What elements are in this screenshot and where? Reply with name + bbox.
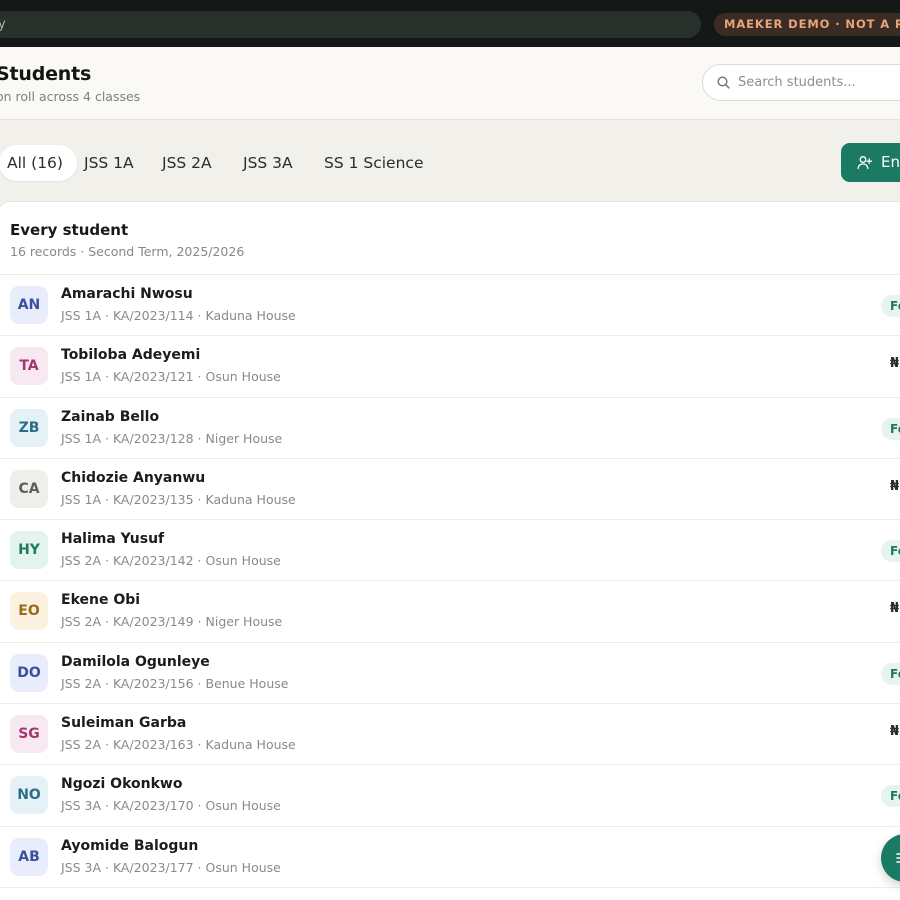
search-icon [717,76,730,89]
student-row[interactable]: DO Damilola Ogunleye JSS 2A · KA/2023/156 … [0,643,900,705]
student-row[interactable]: SG Suleiman Garba JSS 2A · KA/2023/163 · K… [0,704,900,766]
student-avatar: ZB [10,408,48,447]
student-row[interactable]: ZB Zainab Bello JSS 1A · KA/2023/128 · Nig… [0,398,900,459]
page-title: Students [0,63,92,85]
student-row[interactable]: HY Halima Yusuf JSS 2A · KA/2023/142 · Osu… [0,520,900,582]
fee-balance-amount: ₦ [890,724,900,740]
tab-jss-3a[interactable]: JSS 3A [243,145,293,181]
search-input[interactable] [738,65,900,100]
student-meta: JSS 2A · KA/2023/156 · Benue House [61,675,289,691]
fee-status-badge: Fe [881,785,900,808]
enrol-student-button[interactable]: En [841,143,900,182]
student-meta: JSS 1A · KA/2023/128 · Niger House [61,430,283,446]
student-avatar: HY [10,531,48,570]
student-avatar: DO [10,653,48,692]
student-meta: JSS 3A · KA/2023/177 · Osun House [61,859,281,875]
student-name[interactable]: Tobiloba Adeyemi [61,347,200,363]
student-row[interactable]: NO Ngozi Okonkwo JSS 3A · KA/2023/170 · Os… [0,765,900,827]
student-name[interactable]: Halima Yusuf [61,531,164,547]
card-header: Every student 16 records · Second Term, … [0,202,900,275]
search-box[interactable] [702,64,900,101]
student-meta: JSS 2A · KA/2023/149 · Niger House [61,614,283,630]
student-meta: JSS 2A · KA/2023/142 · Osun House [61,553,281,569]
demo-badge: MAEKER DEMO · NOT A REAL [714,13,900,36]
student-row[interactable]: AN Amarachi Nwosu JSS 1A · KA/2023/114 · K… [0,275,900,337]
student-name[interactable]: Ayomide Balogun [61,838,198,854]
student-name[interactable]: Ekene Obi [61,592,140,608]
address-bar[interactable]: y [0,11,701,38]
student-avatar: TA [10,347,48,386]
menu-icon [896,853,900,863]
class-filter-bar: All (16) JSS 1A JSS 2A JSS 3A SS 1 Scien… [0,120,900,202]
card-title: Every student [10,221,129,239]
student-avatar: AN [10,286,48,324]
student-name[interactable]: Amarachi Nwosu [61,286,193,302]
enrol-button-label: En [881,153,900,171]
student-name[interactable]: Zainab Bello [61,409,159,425]
student-name[interactable]: Chidozie Anyanwu [61,470,205,486]
student-avatar: AB [10,837,48,876]
tab-ss-1-science[interactable]: SS 1 Science [324,145,423,181]
student-meta: JSS 2A · KA/2023/163 · Kaduna House [61,737,296,753]
fee-balance-amount: ₦ [890,601,900,617]
student-meta: JSS 1A · KA/2023/135 · Kaduna House [61,491,296,507]
fee-balance-amount: ₦ [890,478,900,494]
student-avatar: EO [10,592,48,631]
page-header: Students on roll across 4 classes [0,47,900,120]
student-meta: JSS 3A · KA/2023/170 · Osun House [61,798,281,814]
fee-status-badge: Fe [881,295,900,317]
page-subtitle: on roll across 4 classes [0,89,141,104]
student-row[interactable]: EO Ekene Obi JSS 2A · KA/2023/149 · Niger … [0,581,900,643]
student-meta: JSS 1A · KA/2023/114 · Kaduna House [61,308,296,323]
tab-jss-1a[interactable]: JSS 1A [84,145,134,181]
fee-status-badge: Fe [881,662,900,685]
tab-all[interactable]: All (16) [0,145,77,181]
student-row[interactable]: AB Ayomide Balogun JSS 3A · KA/2023/177 · … [0,827,900,888]
add-user-icon [857,156,872,170]
student-avatar: CA [10,469,48,508]
students-card: Every student 16 records · Second Term, … [0,201,900,900]
student-meta: JSS 1A · KA/2023/121 · Osun House [61,369,281,385]
fee-status-badge: Fe [881,417,900,440]
browser-top-bar: y MAEKER DEMO · NOT A REAL [0,0,900,47]
student-row[interactable]: CA Chidozie Anyanwu JSS 1A · KA/2023/135 ·… [0,459,900,521]
student-avatar: NO [10,776,48,815]
student-name[interactable]: Ngozi Okonkwo [61,776,182,792]
student-name[interactable]: Damilola Ogunleye [61,654,210,670]
student-name[interactable]: Suleiman Garba [61,715,186,731]
student-avatar: SG [10,715,48,754]
student-list: AN Amarachi Nwosu JSS 1A · KA/2023/114 · K… [0,275,900,888]
card-subtitle: 16 records · Second Term, 2025/2026 [10,244,245,259]
student-row[interactable]: TA Tobiloba Adeyemi JSS 1A · KA/2023/121 ·… [0,336,900,398]
fee-balance-amount: ₦ [890,356,900,372]
fee-status-badge: Fe [881,540,900,563]
tab-jss-2a[interactable]: JSS 2A [162,145,212,181]
